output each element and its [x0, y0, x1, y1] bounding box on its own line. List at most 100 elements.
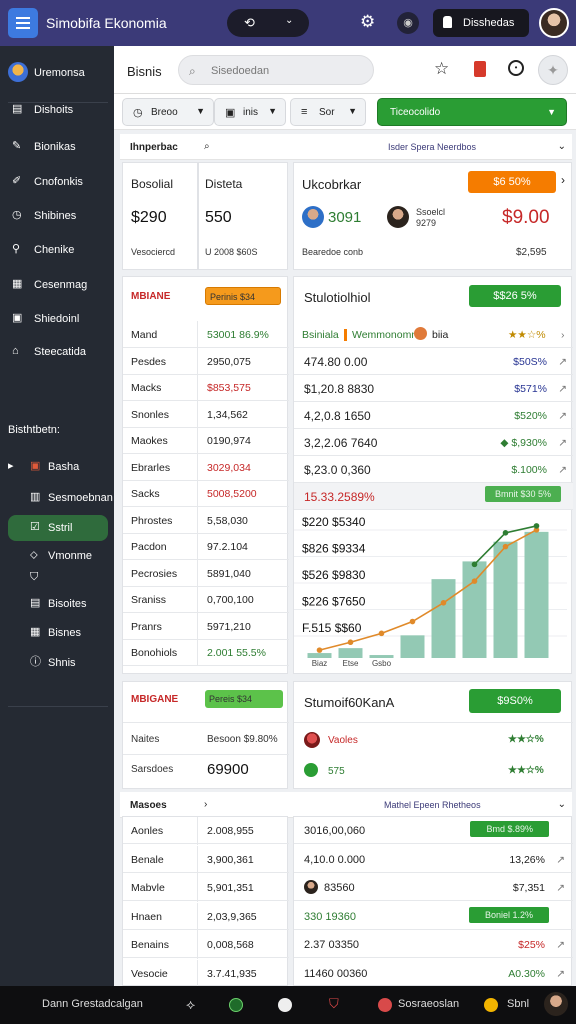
row-value: 97.2.104 [207, 541, 248, 553]
toggle-pill[interactable]: ⟲ ⌄ [227, 9, 309, 37]
row-value: 5,58,030 [207, 514, 248, 527]
sidebar-sub-item-2[interactable]: ☑ Sstril [8, 515, 108, 541]
table-row: 3,2,2.06 7640 ◆ $,930% ↗ [294, 429, 573, 456]
table-row: Macks $853,575 [123, 374, 289, 401]
series-point [440, 600, 447, 606]
chevron-right-icon[interactable]: › [561, 329, 565, 341]
sidebar-sub-item-6[interactable]: ▦ Bisnes [0, 620, 114, 646]
sidebar-item-label: Cesenmag [34, 279, 88, 291]
gear-icon[interactable]: ⚙ [360, 12, 375, 32]
pin-icon[interactable]: ⟡ [186, 996, 195, 1013]
filter-select-1[interactable]: ◷ Breoo ▼ [122, 98, 214, 126]
sidebar-item-7[interactable]: ⌂ Steecatida [0, 339, 114, 365]
row-value: 2.001 55.5% [207, 647, 266, 659]
row-percent: ◆ $,930% [500, 437, 547, 449]
breadcrumb-link[interactable]: Mathel Epeen Rhetheos [384, 800, 481, 810]
sidebar-item-4[interactable]: ⚲ Chenike [0, 237, 114, 263]
row-label: Sraniss [131, 594, 167, 606]
filter-select-green[interactable]: Ticeocolido ▼ [377, 98, 567, 126]
y-tick-label: $826 $9334 [302, 542, 366, 556]
table-title: MBIANE [131, 291, 171, 302]
sidebar-item-label: Bionikas [34, 141, 76, 153]
settings-circle-icon[interactable]: ✦ [538, 55, 568, 85]
arrow-right-icon[interactable]: ↗ [558, 356, 567, 368]
sidebar-item-3[interactable]: ◷ Shibines [0, 203, 114, 229]
clock-icon[interactable]: • [508, 60, 524, 76]
card-title: Disteta [205, 177, 243, 191]
arrow-right-icon[interactable]: ↗ [556, 968, 565, 980]
row-label: Vesocie [131, 967, 168, 980]
play-icon[interactable] [278, 998, 292, 1012]
filter-select-2[interactable]: ▣ inis ▼ [214, 98, 286, 126]
column-divider [197, 612, 198, 640]
globe-icon[interactable]: ◉ [397, 12, 419, 34]
arrow-right-icon[interactable]: ↗ [556, 939, 565, 951]
globe-icon[interactable] [229, 998, 243, 1012]
sidebar-item-0[interactable]: ▤ Dishoits [0, 97, 114, 123]
column-header: Bsiniala [302, 329, 339, 341]
row-value: 53001 86.9% [207, 329, 269, 341]
chevron-right-icon[interactable]: › [561, 173, 565, 187]
chevron-right-icon[interactable]: › [204, 799, 207, 810]
row-value: 5891,040 [207, 567, 251, 580]
avatar[interactable] [544, 992, 568, 1016]
list-icon: ▦ [12, 278, 23, 290]
row-label: Naites [131, 734, 160, 745]
column-divider [197, 639, 198, 666]
sidebar-item-label: Sesmoebnan [48, 492, 113, 504]
pen-icon: ✐ [12, 175, 22, 187]
account-button[interactable]: Disshedas [433, 9, 529, 37]
row-value: $,23.0 0,360 [304, 463, 371, 477]
coin-icon[interactable] [484, 998, 498, 1012]
x-tick-label: Etse [342, 659, 359, 668]
sidebar-sub-item-0[interactable]: ▸ ▣ Basha [0, 454, 114, 480]
sidebar-profile-label: Uremonsa [34, 67, 85, 79]
row-percent: $571% [514, 383, 547, 395]
chevron-down-icon[interactable]: ⌄ [558, 141, 566, 152]
breadcrumb-link[interactable]: Isder Spera Neerdbos [388, 142, 476, 152]
x-tick-label: Biaz [312, 659, 328, 668]
arrow-right-icon[interactable]: ↗ [558, 383, 567, 395]
filter-select-3[interactable]: ≡ Sor ▼ [290, 98, 366, 126]
search-input[interactable]: ⌕ Sisedoedan [178, 55, 374, 85]
filter-label: Sor [319, 107, 335, 118]
card-footer: Vesociercd [131, 247, 176, 257]
sidebar-item-1[interactable]: ✎ Bionikas [0, 134, 114, 160]
sidebar-sub-item-1[interactable]: ▥ Sesmoebnan [0, 485, 114, 511]
table-row: 83560 $7,351 ↗ [294, 874, 573, 901]
sidebar-sub-item-5[interactable]: ▤ Bisoites [0, 591, 114, 617]
row-value: 5008,5200 [207, 488, 257, 500]
record-icon[interactable] [378, 998, 392, 1012]
sidebar-profile[interactable]: Uremonsa [0, 60, 114, 86]
sidebar-sub-item-4[interactable]: ⛉ [0, 565, 114, 591]
filter-label: Ticeocolido [390, 107, 441, 118]
arrow-right-icon[interactable]: ↗ [556, 882, 565, 894]
person-sub: 9279 [416, 218, 437, 228]
arrow-right-icon[interactable]: ↗ [558, 464, 567, 476]
chevron-down-icon[interactable]: ⌄ [558, 799, 566, 810]
table-row: 474.80 0.00 $50S% ↗ [294, 348, 573, 375]
sidebar-item-2[interactable]: ✐ Cnofonkis [0, 169, 114, 195]
star-icon[interactable]: ☆ [434, 59, 449, 79]
menu-button[interactable] [8, 8, 38, 38]
sidebar-item-6[interactable]: ▣ Shiedoinl [0, 306, 114, 332]
row-value: 2.008,955 [207, 825, 254, 837]
arrow-right-icon[interactable]: ↗ [556, 854, 565, 866]
chart-bar [462, 561, 487, 658]
divider [294, 722, 573, 723]
sidebar-sub-item-7[interactable]: ⓘ Shnis [0, 650, 114, 676]
sidebar-item-5[interactable]: ▦ Cesenmag [0, 272, 114, 298]
table-row: $,23.0 0,360 $.100% ↗ [294, 456, 573, 483]
divider [123, 754, 289, 755]
status-text: Dann Grestadcalgan [42, 998, 143, 1010]
table-row: Benale 3,900,361 [123, 845, 289, 874]
avatar[interactable] [539, 8, 569, 38]
shield-icon[interactable]: ⛉ [329, 996, 339, 1012]
page-title: Bisnis [127, 64, 162, 79]
arrow-right-icon[interactable]: ↗ [558, 437, 567, 449]
book-icon[interactable] [474, 61, 486, 77]
arrow-right-icon[interactable]: ↗ [558, 410, 567, 422]
pin-icon[interactable]: ⌕ [204, 141, 210, 152]
status-text: Sosraeoslan [398, 998, 460, 1010]
table-row: $1,20.8 8830 $571% ↗ [294, 375, 573, 402]
